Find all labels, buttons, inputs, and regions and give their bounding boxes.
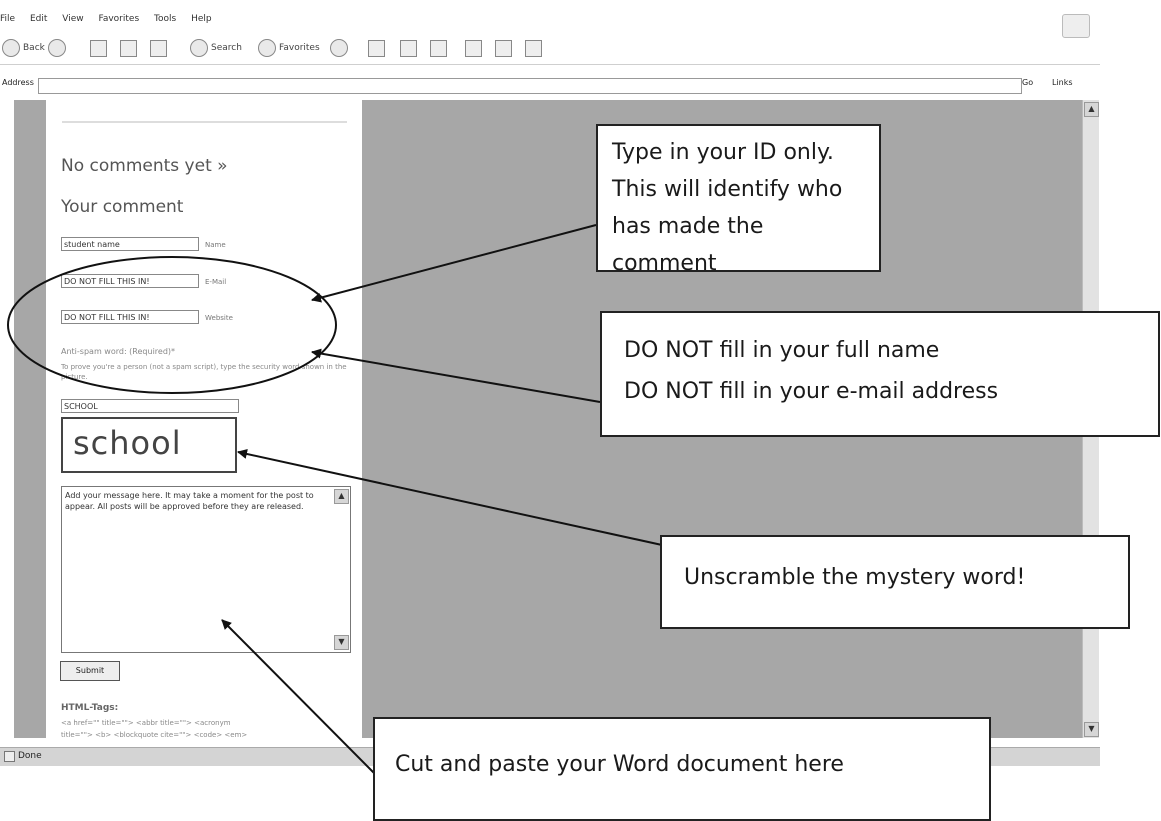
arrow-to-message	[221, 619, 377, 776]
callout-mystery-word: Unscramble the mystery word!	[660, 535, 1130, 629]
callout-do-not-fill: DO NOT fill in your full name DO NOT fil…	[600, 311, 1160, 437]
callout-name-line: DO NOT fill in your full name	[624, 338, 940, 363]
fields-ellipse	[7, 256, 337, 394]
callout-id: Type in your ID only. This will identify…	[596, 124, 881, 276]
arrow-to-fields	[311, 348, 601, 403]
arrow-to-captcha	[237, 449, 663, 546]
arrow-to-name	[311, 224, 597, 303]
callout-email-line: DO NOT fill in your e-mail address	[624, 379, 999, 404]
callout-paste: Cut and paste your Word document here	[373, 717, 991, 821]
